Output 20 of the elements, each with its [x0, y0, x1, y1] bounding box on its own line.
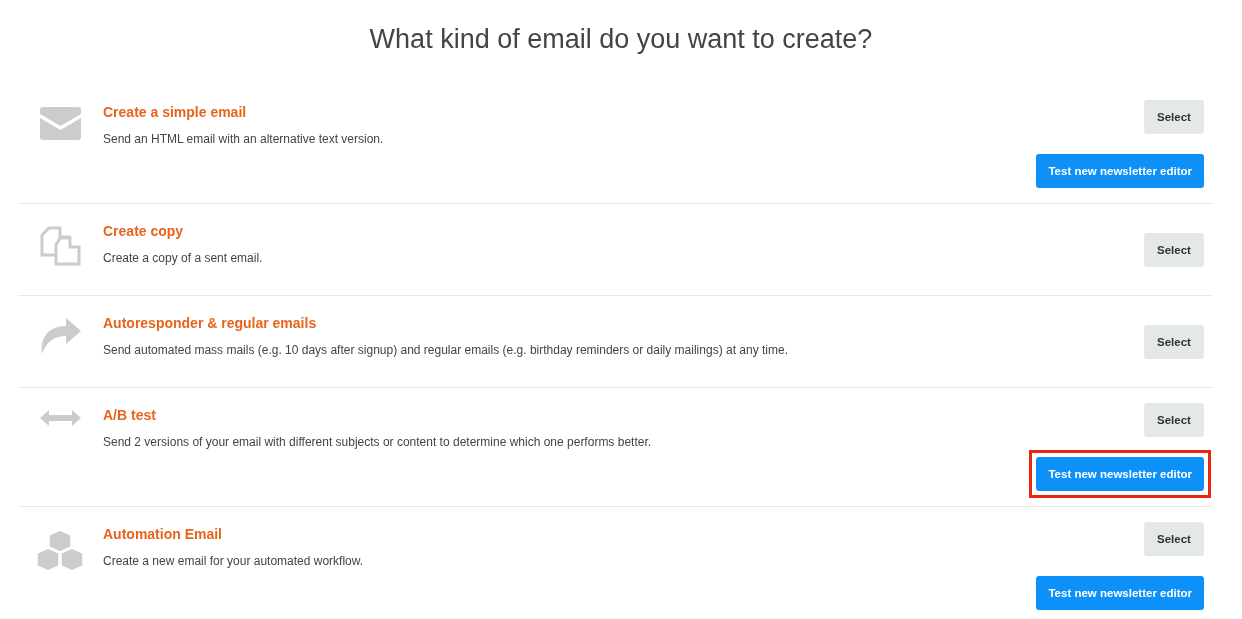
option-description: Create a new email for your automated workflow. [103, 554, 365, 568]
option-description: Send automated mass mails (e.g. 10 days after signup) and regular emails (e.g. birthday reminders or daily mailings) at any time. [103, 343, 789, 357]
select-button[interactable]: Select [1144, 232, 1204, 267]
option-description: Send an HTML email with an alternative text version. [103, 132, 385, 146]
select-button[interactable]: Select [1144, 403, 1204, 437]
option-title: Automation Email [103, 526, 223, 542]
double-arrow-icon [40, 410, 81, 426]
forward-arrow-icon [40, 318, 81, 354]
option-title: Create copy [103, 223, 185, 239]
option-description: Send 2 versions of your email with different subjects or content to determine which one performs better. [103, 435, 653, 449]
page-heading: What kind of email do you want to create? [368, 24, 874, 55]
option-title: Create a simple email [103, 104, 248, 120]
option-title: A/B test [103, 407, 157, 423]
option-description: Create a copy of a sent email. [103, 251, 264, 265]
copy-icon [40, 226, 81, 266]
select-button[interactable]: Select [1144, 324, 1204, 359]
select-button[interactable]: Select [1144, 522, 1204, 556]
envelope-icon [40, 107, 81, 140]
option-title: Autoresponder & regular emails [103, 315, 318, 331]
select-button[interactable]: Select [1144, 100, 1204, 134]
